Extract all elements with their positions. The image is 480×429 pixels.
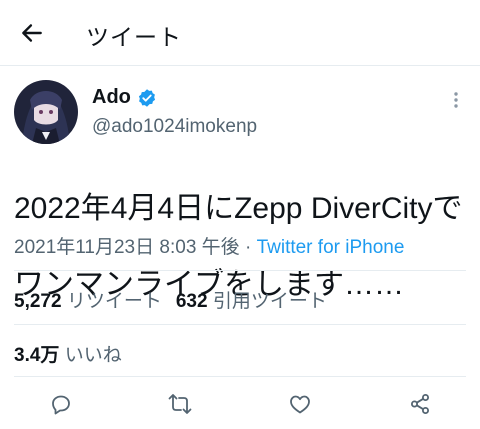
quotes-count: 632 bbox=[175, 291, 208, 312]
retweets-count: 5,272 bbox=[14, 291, 62, 312]
likes-label: いいね bbox=[64, 345, 122, 366]
verified-badge-icon bbox=[137, 88, 157, 108]
share-button[interactable] bbox=[406, 390, 434, 418]
avatar[interactable] bbox=[14, 80, 78, 144]
reply-button[interactable] bbox=[47, 390, 75, 418]
divider bbox=[14, 376, 466, 377]
retweet-icon bbox=[168, 394, 192, 414]
author-handle[interactable]: @ado1024imokenp bbox=[92, 116, 257, 138]
meta-separator: · bbox=[239, 237, 257, 258]
divider bbox=[14, 324, 466, 325]
tweet-timestamp[interactable]: 2021年11月23日 8:03 午後 bbox=[14, 237, 240, 258]
like-button[interactable] bbox=[286, 390, 314, 418]
divider bbox=[14, 270, 466, 271]
likes-count: 3.4万 bbox=[14, 345, 60, 366]
retweet-button[interactable] bbox=[166, 390, 194, 418]
reply-icon bbox=[52, 395, 70, 415]
arrow-left-icon bbox=[22, 24, 42, 42]
tweet-stats: 5,272 リツイート 632 引用ツイート bbox=[14, 286, 327, 313]
quotes-label: 引用ツイート bbox=[212, 291, 327, 312]
retweets-stat[interactable]: 5,272 リツイート bbox=[14, 286, 162, 313]
more-options-button[interactable] bbox=[446, 88, 466, 112]
tweet-text-line-1: 2022年4月4日にZepp DiverCityで bbox=[14, 192, 463, 225]
author-name-row: Ado bbox=[92, 86, 157, 109]
author-display-name[interactable]: Ado bbox=[92, 86, 131, 109]
header-bar: ツイート bbox=[0, 0, 480, 66]
share-icon bbox=[411, 394, 429, 414]
quotes-stat[interactable]: 632 引用ツイート bbox=[176, 286, 327, 313]
tweet-actions-bar bbox=[0, 380, 480, 424]
back-button[interactable] bbox=[14, 15, 50, 51]
retweets-label: リツイート bbox=[66, 291, 162, 312]
tweet-source-link[interactable]: Twitter for iPhone bbox=[257, 237, 405, 258]
more-vertical-icon bbox=[454, 92, 458, 108]
page-title: ツイート bbox=[86, 24, 182, 50]
like-icon bbox=[290, 395, 310, 414]
likes-stat[interactable]: 3.4万 いいね bbox=[14, 340, 122, 367]
tweet-meta: 2021年11月23日 8:03 午後 · Twitter for iPhone bbox=[14, 232, 404, 259]
